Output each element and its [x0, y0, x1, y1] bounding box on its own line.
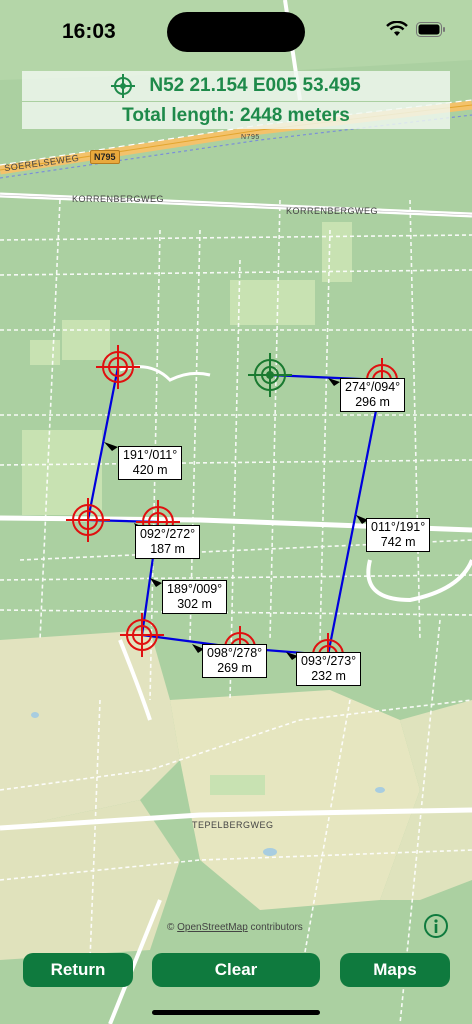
- segment-label: 189°/009° 302 m: [162, 580, 228, 614]
- road-label: TEPELBERGWEG: [192, 820, 274, 830]
- road-shield: N795: [90, 150, 120, 164]
- meadow: [22, 430, 102, 515]
- segment-distance: 232 m: [311, 669, 346, 683]
- road-label: KORRENBERGWEG: [286, 206, 379, 216]
- wifi-icon: [386, 21, 408, 36]
- segment-distance: 420 m: [132, 463, 168, 477]
- return-button[interactable]: Return: [23, 953, 133, 987]
- segment-label: 274°/094° 296 m: [340, 378, 406, 412]
- segment-distance: 742 m: [380, 535, 416, 549]
- segment-distance: 296 m: [355, 395, 390, 409]
- total-length-banner: Total length: 2448 meters: [22, 102, 450, 129]
- meadow: [322, 222, 352, 282]
- segment-bearing: 093°/273°: [301, 654, 357, 668]
- segment-label: 093°/273° 232 m: [296, 652, 362, 686]
- battery-icon: [416, 21, 445, 37]
- segment-bearing: 189°/009°: [167, 582, 223, 596]
- map-attribution: © OpenStreetMap contributors: [167, 922, 303, 933]
- road-label: KORRENBERGWEG: [72, 194, 165, 204]
- segment-distance: 302 m: [177, 597, 212, 611]
- segment-distance: 269 m: [217, 661, 252, 675]
- meadow: [62, 320, 110, 360]
- segment-bearing: 011°/191°: [371, 520, 426, 534]
- total-length-text: Total length: 2448 meters: [122, 104, 350, 126]
- segment-distance: 187 m: [150, 542, 185, 556]
- dynamic-island: [167, 12, 305, 52]
- meadow: [30, 340, 60, 365]
- home-indicator: [152, 1010, 320, 1015]
- meadow: [210, 775, 265, 795]
- segment-label: 011°/191° 742 m: [366, 518, 431, 552]
- segment-bearing: 191°/011°: [123, 448, 178, 462]
- status-time: 16:03: [62, 20, 116, 43]
- segment-label: 092°/272° 187 m: [135, 525, 201, 559]
- attribution-prefix: ©: [167, 922, 175, 933]
- meadow: [230, 280, 315, 325]
- crosshair-icon: [111, 74, 136, 98]
- maps-button[interactable]: Maps: [340, 953, 450, 987]
- clear-button[interactable]: Clear: [152, 953, 320, 987]
- info-icon[interactable]: [423, 913, 449, 939]
- segment-label: 098°/278° 269 m: [202, 644, 268, 678]
- segment-bearing: 098°/278°: [207, 646, 263, 660]
- segment-bearing: 092°/272°: [140, 527, 196, 541]
- status-icons: [386, 21, 446, 37]
- segment-bearing: 274°/094°: [345, 380, 401, 394]
- coordinate-text: N52 21.154 E005 53.495: [149, 75, 361, 96]
- attribution-suffix: contributors: [250, 922, 303, 933]
- attribution-link[interactable]: OpenStreetMap: [177, 922, 248, 933]
- road-label: N795: [241, 134, 260, 141]
- status-bar: 16:03: [0, 0, 472, 62]
- segment-label: 191°/011° 420 m: [118, 446, 183, 480]
- coordinate-banner: N52 21.154 E005 53.495: [22, 71, 450, 101]
